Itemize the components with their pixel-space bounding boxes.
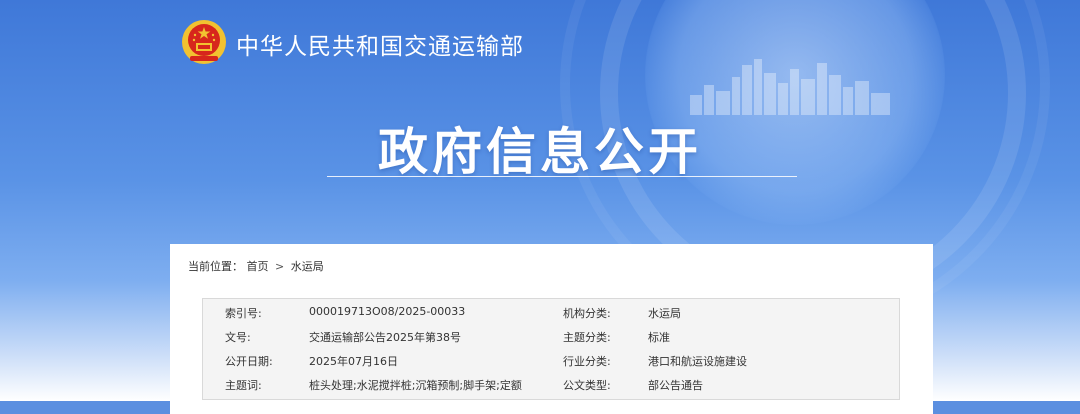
content-panel: 当前位置： 首页 > 水运局 索引号: 000019713O08/2025-00… xyxy=(170,244,933,414)
document-number-value: 交通运输部公告2025年第38号 xyxy=(309,331,461,344)
breadcrumb-water-bureau-link[interactable]: 水运局 xyxy=(291,260,324,273)
keywords-label: 主题词: xyxy=(225,379,262,392)
keywords-value: 桩头处理;水泥搅拌桩;沉箱预制;脚手架;定额 xyxy=(309,379,522,392)
document-number-label: 文号: xyxy=(225,331,251,344)
breadcrumb-separator: > xyxy=(275,260,285,273)
organization-category-value: 水运局 xyxy=(648,307,681,320)
breadcrumb-prefix: 当前位置： xyxy=(188,260,243,273)
organization-category-label: 机构分类: xyxy=(563,307,611,320)
info-row: 主题词: 桩头处理;水泥搅拌桩;沉箱预制;脚手架;定额 公文类型: 部公告通告 xyxy=(203,371,899,395)
document-type-label: 公文类型: xyxy=(563,379,611,392)
topic-category-label: 主题分类: xyxy=(563,331,611,344)
industry-category-value: 港口和航运设施建设 xyxy=(648,355,747,368)
info-row: 索引号: 000019713O08/2025-00033 机构分类: 水运局 xyxy=(203,299,899,323)
document-type-value: 部公告通告 xyxy=(648,379,703,392)
ministry-name[interactable]: 中华人民共和国交通运输部 xyxy=(236,27,524,61)
index-number-label: 索引号: xyxy=(225,307,262,320)
breadcrumb: 当前位置： 首页 > 水运局 xyxy=(188,258,324,274)
title-underline xyxy=(327,176,797,177)
national-emblem-icon xyxy=(182,20,226,64)
industry-category-label: 行业分类: xyxy=(563,355,611,368)
info-row: 公开日期: 2025年07月16日 行业分类: 港口和航运设施建设 xyxy=(203,347,899,371)
breadcrumb-home-link[interactable]: 首页 xyxy=(247,260,269,273)
publish-date-label: 公开日期: xyxy=(225,355,273,368)
info-row: 文号: 交通运输部公告2025年第38号 主题分类: 标准 xyxy=(203,323,899,347)
page-title: 政府信息公开 xyxy=(378,123,702,181)
document-info-table: 索引号: 000019713O08/2025-00033 机构分类: 水运局 文… xyxy=(202,298,900,400)
index-number-value: 000019713O08/2025-00033 xyxy=(309,305,466,318)
publish-date-value: 2025年07月16日 xyxy=(309,355,398,368)
topic-category-value: 标准 xyxy=(648,331,670,344)
city-skyline-icon xyxy=(690,59,890,115)
